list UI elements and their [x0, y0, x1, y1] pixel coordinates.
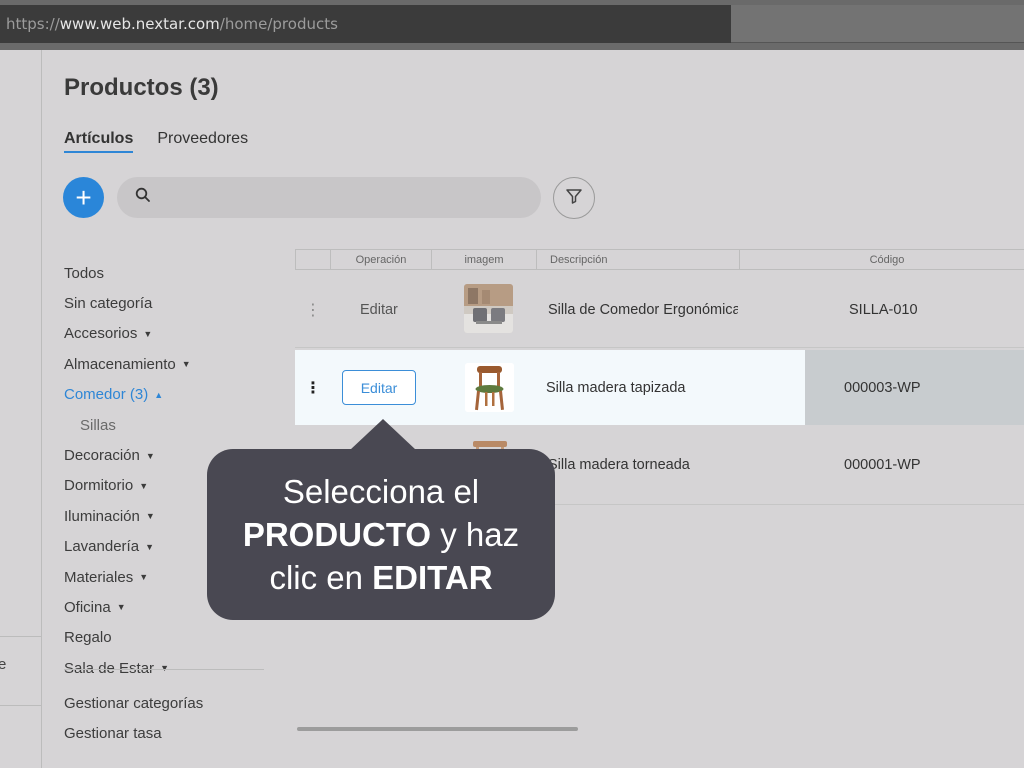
nav-fragment-text[interactable]: e [0, 656, 6, 673]
column-header-description[interactable]: Descripción [537, 250, 740, 269]
browser-chrome: https://www.web.nextar.com/home/products [0, 0, 1024, 50]
tab-bar: Artículos Proveedores [64, 130, 248, 153]
filter-button[interactable] [553, 177, 595, 219]
search-input[interactable] [161, 189, 541, 206]
category-label: Todos [64, 264, 105, 282]
edit-link[interactable]: Editar [360, 271, 398, 348]
caret-down-icon: ▼ [145, 511, 155, 522]
manage-rates-link[interactable]: Gestionar tasa [64, 718, 264, 748]
instruction-tooltip: Selecciona el PRODUCTO y haz clic en EDI… [207, 419, 555, 620]
products-table: Operación imagem Descripción Código ⋮ Ed… [295, 249, 1024, 505]
category-todos[interactable]: Todos [64, 258, 264, 288]
tooltip-line-2: PRODUCTO y haz [242, 516, 520, 553]
category-label: Decoración [64, 447, 140, 465]
category-almacenamiento[interactable]: Almacenamiento ▼ [64, 349, 264, 379]
category-sin-categoria[interactable]: Sin categoría [64, 288, 264, 318]
category-label: Accesorios [64, 325, 138, 343]
left-nav-panel: e [0, 50, 42, 768]
divider [0, 705, 42, 706]
tooltip-line-3: clic en EDITAR [269, 559, 493, 596]
column-header-image[interactable]: imagem [432, 250, 537, 269]
caret-down-icon: ▼ [145, 450, 155, 461]
category-regalo[interactable]: Regalo [64, 623, 264, 653]
product-description: Silla de Comedor Ergonómica [548, 301, 738, 318]
table-row[interactable]: ⋮ Editar Silla de Comedor Ergonómica SIL… [295, 271, 1024, 348]
caret-up-icon: ▲ [154, 389, 164, 400]
category-label: Sin categoría [64, 295, 153, 313]
search-icon [135, 187, 151, 208]
column-header-menu [296, 250, 331, 269]
edit-button-wrapper: Editar [342, 370, 416, 405]
caret-down-icon: ▼ [143, 328, 153, 339]
search-bar[interactable] [117, 177, 541, 218]
column-header-operation[interactable]: Operación [331, 250, 432, 269]
product-description: Silla madera tapizada [546, 379, 686, 396]
page-title: Productos (3) [64, 74, 219, 101]
category-label: Oficina [64, 598, 111, 616]
product-code: SILLA-010 [849, 301, 918, 318]
filter-icon [564, 186, 584, 211]
url-host: www.web.nextar.com [59, 15, 220, 33]
category-label: Sillas [80, 416, 116, 434]
category-label: Iluminación [64, 507, 140, 525]
divider [64, 669, 264, 670]
plus-icon: + [75, 181, 92, 213]
tooltip-arrow [350, 419, 416, 450]
category-comedor[interactable]: Comedor (3) ▲ [64, 380, 264, 410]
category-label: Almacenamiento [64, 355, 176, 373]
tab-proveedores[interactable]: Proveedores [157, 130, 248, 153]
tab-articulos[interactable]: Artículos [64, 130, 134, 153]
product-description: Silla madera torneada [548, 457, 690, 473]
category-sillas[interactable]: Sillas [64, 410, 264, 440]
edit-button[interactable]: Editar [342, 370, 416, 405]
caret-down-icon: ▼ [116, 602, 126, 613]
add-product-button[interactable]: + [63, 177, 104, 218]
category-label: Materiales [64, 568, 134, 586]
table-row-selected[interactable]: ⋮ Editar Silla madera tapizada 000003-WP [295, 350, 1024, 425]
manage-links: Gestionar categorías Gestionar tasa [64, 688, 264, 748]
product-code: 000001-WP [844, 457, 921, 473]
category-label: Regalo [64, 629, 112, 647]
url-path: /home/products [219, 15, 338, 33]
product-image [464, 284, 513, 333]
tooltip-line-1: Selecciona el [282, 473, 480, 510]
column-header-code[interactable]: Código [740, 250, 1024, 269]
manage-categories-link[interactable]: Gestionar categorías [64, 688, 264, 718]
category-label: Dormitorio [64, 477, 134, 495]
caret-down-icon: ▼ [145, 541, 154, 552]
browser-toolbar-area [731, 5, 1024, 43]
category-label: Comedor (3) [64, 386, 149, 404]
product-code: 000003-WP [844, 379, 921, 396]
caret-down-icon: ▼ [181, 359, 191, 370]
row-menu-icon[interactable]: ⋮ [295, 350, 331, 425]
caret-down-icon: ▼ [139, 480, 149, 491]
divider [0, 636, 42, 637]
caret-down-icon: ▼ [139, 572, 149, 583]
address-bar[interactable]: https://www.web.nextar.com/home/products [0, 5, 731, 43]
horizontal-scrollbar[interactable] [297, 727, 578, 731]
url-scheme: https:// [6, 15, 60, 33]
category-accesorios[interactable]: Accesorios ▼ [64, 319, 264, 349]
product-image [465, 363, 514, 412]
row-menu-icon[interactable]: ⋮ [295, 271, 331, 348]
table-header: Operación imagem Descripción Código [295, 249, 1024, 270]
category-label: Lavandería [64, 538, 140, 556]
